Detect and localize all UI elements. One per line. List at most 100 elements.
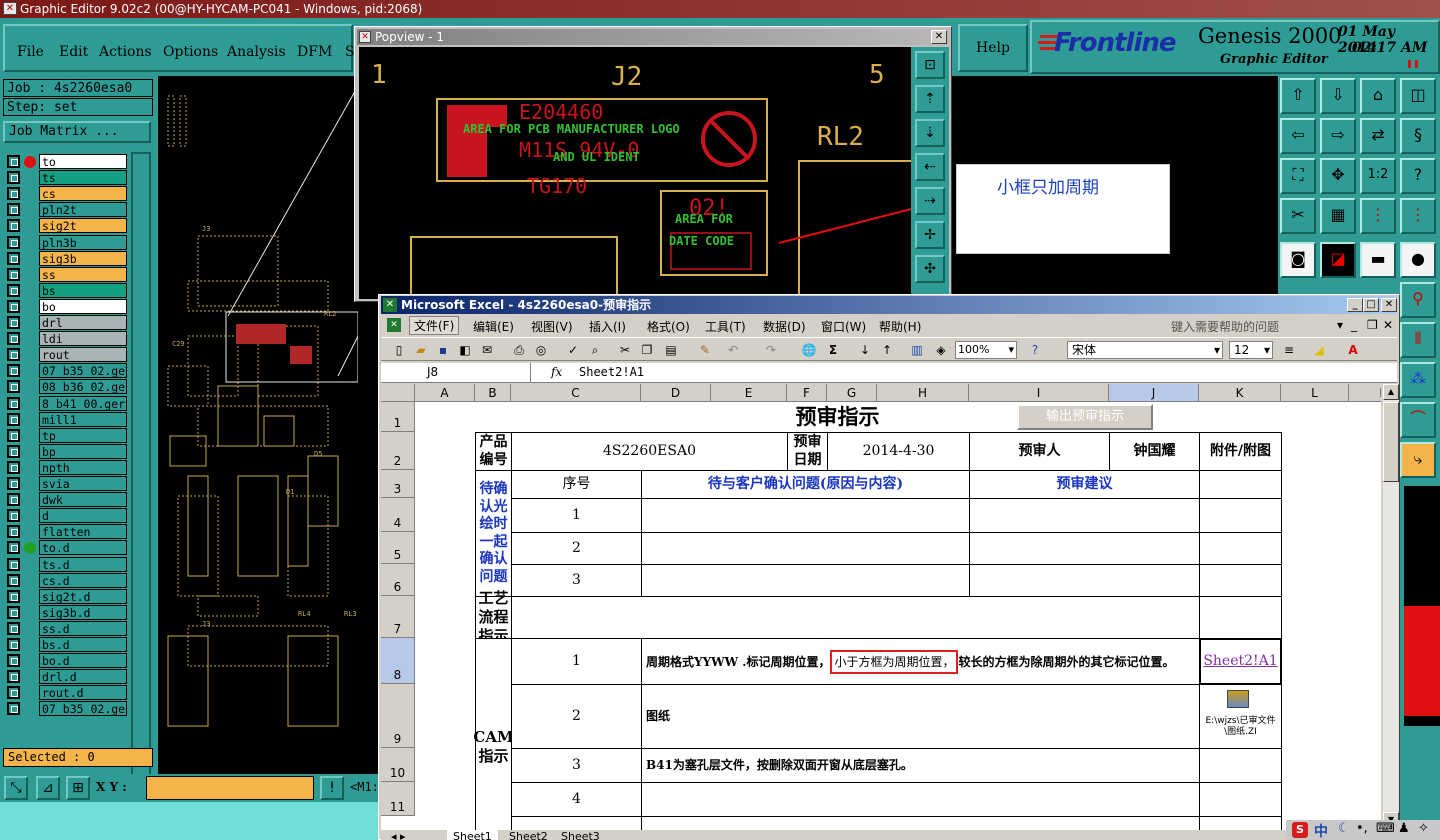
layer-row[interactable]: dwk bbox=[5, 492, 127, 508]
reviewer-value[interactable]: 钟国耀 bbox=[1109, 432, 1200, 471]
scroll-thumb[interactable] bbox=[1383, 402, 1399, 482]
tool-layers-icon[interactable]: ⋮ bbox=[1360, 198, 1396, 234]
layer-name[interactable]: ldi bbox=[39, 331, 127, 347]
attach-cell[interactable] bbox=[1199, 596, 1282, 639]
layer-name[interactable]: sig2t.d bbox=[39, 588, 127, 604]
layer-row[interactable]: rout bbox=[5, 347, 127, 363]
menu-help-xl[interactable]: 帮助(H) bbox=[879, 318, 921, 335]
layer-row[interactable]: bp bbox=[5, 443, 127, 459]
layer-checkbox[interactable] bbox=[7, 621, 20, 635]
column-header[interactable]: F bbox=[787, 384, 827, 402]
drawing-icon[interactable]: ◈ bbox=[933, 342, 949, 358]
layer-row[interactable]: tp bbox=[5, 427, 127, 443]
punct-icon[interactable]: •, bbox=[1356, 821, 1368, 836]
tool-split-icon[interactable]: ⫴ bbox=[1400, 322, 1436, 358]
layer-row[interactable]: ts.d bbox=[5, 556, 127, 572]
layer-checkbox[interactable] bbox=[7, 638, 20, 651]
tool-up-icon[interactable]: ⇧ bbox=[1280, 78, 1316, 114]
menu-analysis[interactable]: Analysis bbox=[227, 44, 286, 60]
layer-name[interactable]: bs bbox=[39, 282, 127, 298]
layer-row[interactable]: sig2t.d bbox=[5, 588, 127, 604]
undo-icon[interactable]: ↶ bbox=[725, 342, 741, 358]
seq-header[interactable]: 序号 bbox=[511, 470, 642, 499]
column-header[interactable]: H bbox=[877, 384, 969, 402]
issue-cell[interactable] bbox=[641, 498, 970, 533]
column-header[interactable]: L bbox=[1281, 384, 1349, 402]
layer-name[interactable]: pln3b bbox=[39, 234, 127, 250]
tool-center-icon[interactable]: ✥ bbox=[1320, 158, 1356, 194]
layer-name[interactable]: svia bbox=[39, 476, 127, 491]
layer-row[interactable]: cs bbox=[5, 186, 127, 202]
tool-down-icon[interactable]: ⇩ bbox=[1320, 78, 1356, 114]
layer-checkbox[interactable] bbox=[7, 412, 20, 426]
layer-checkbox[interactable] bbox=[7, 477, 20, 490]
layer-row[interactable]: pln2t bbox=[5, 202, 127, 218]
layer-row[interactable]: bo bbox=[5, 298, 127, 314]
pause-icon[interactable] bbox=[1408, 60, 1418, 68]
font-select[interactable]: 宋体 ▾ bbox=[1067, 341, 1223, 359]
doc-minimize-icon[interactable]: _ bbox=[1351, 318, 1357, 332]
layer-checkbox[interactable] bbox=[7, 525, 20, 539]
layer-name[interactable]: 8_b41_00.ger bbox=[39, 395, 127, 411]
layer-name[interactable]: 07_b35_02.ge bbox=[39, 701, 127, 717]
layer-name[interactable]: sig3b.d bbox=[39, 604, 127, 620]
row-header[interactable]: 9 bbox=[381, 684, 415, 748]
layer-checkbox[interactable] bbox=[7, 541, 20, 555]
cam-seq[interactable]: 2 bbox=[511, 684, 642, 749]
layer-checkbox[interactable] bbox=[7, 316, 20, 329]
tool-home-icon[interactable]: ⌂ bbox=[1360, 78, 1396, 114]
layer-row[interactable]: 07_b35_02.ge bbox=[5, 701, 127, 717]
job-matrix-button[interactable]: Job Matrix ... bbox=[3, 121, 151, 143]
popview-canvas[interactable]: 1 J2 5 RL2 E204460 M11S 94V-0 TG170 AREA… bbox=[359, 47, 911, 299]
spreadsheet-grid[interactable]: ABCDEFGHIJKLM1234567891011预审指示输出预审指示产品编号… bbox=[381, 384, 1381, 830]
excel-maximize-icon[interactable]: □ bbox=[1363, 298, 1379, 312]
layer-checkbox[interactable] bbox=[7, 509, 20, 523]
layer-row[interactable]: sig3b.d bbox=[5, 604, 127, 620]
tool-grid-icon[interactable]: ▦ bbox=[1320, 198, 1356, 234]
attach-cell[interactable] bbox=[1199, 532, 1282, 565]
row-header[interactable]: 1 bbox=[381, 402, 415, 432]
excel-minimize-icon[interactable]: _ bbox=[1347, 298, 1363, 312]
layer-row[interactable]: drl.d bbox=[5, 669, 127, 685]
layer-checkbox[interactable] bbox=[7, 171, 20, 185]
layer-scrollbar[interactable] bbox=[131, 152, 151, 822]
column-header[interactable]: E bbox=[711, 384, 787, 402]
grid-icon[interactable]: ⊞ bbox=[66, 776, 90, 800]
tool-route-icon[interactable]: ⤷ bbox=[1400, 442, 1436, 478]
column-header[interactable]: J bbox=[1109, 384, 1199, 402]
row-header[interactable]: 5 bbox=[381, 532, 415, 564]
seq-number[interactable]: 2 bbox=[511, 532, 642, 565]
layer-row[interactable]: to bbox=[5, 154, 127, 169]
seq-number[interactable]: 3 bbox=[511, 564, 642, 597]
spell-icon[interactable]: ✓ bbox=[565, 342, 581, 358]
measure-icon[interactable]: ⊿ bbox=[36, 776, 60, 800]
attach-cell[interactable] bbox=[1199, 816, 1282, 830]
excel-close-icon[interactable]: ✕ bbox=[1381, 298, 1397, 312]
attachment-header[interactable]: 附件/附图 bbox=[1199, 432, 1282, 471]
doc-restore-icon[interactable]: ❐ bbox=[1367, 318, 1378, 332]
layer-name[interactable]: tp bbox=[39, 427, 127, 443]
layer-checkbox[interactable] bbox=[7, 299, 20, 313]
layer-checkbox[interactable] bbox=[7, 219, 20, 233]
column-header[interactable]: A bbox=[415, 384, 475, 402]
tool-arc-icon[interactable]: ⌒ bbox=[1400, 402, 1436, 438]
menu-file-xl[interactable]: 文件(F) bbox=[409, 316, 460, 335]
menu-options[interactable]: Options bbox=[163, 44, 218, 60]
layer-row[interactable]: 08_b36_02.ge bbox=[5, 379, 127, 395]
scroll-up-icon[interactable]: ▲ bbox=[1383, 384, 1399, 400]
layer-checkbox[interactable] bbox=[7, 460, 20, 474]
layer-checkbox[interactable] bbox=[7, 155, 20, 168]
pan-right-icon[interactable]: ⇢ bbox=[915, 187, 945, 215]
redo-icon[interactable]: ↷ bbox=[763, 342, 779, 358]
column-header[interactable]: K bbox=[1199, 384, 1281, 402]
row-header[interactable]: 11 bbox=[381, 782, 415, 816]
menu-view-xl[interactable]: 视图(V) bbox=[531, 318, 573, 335]
layer-name[interactable]: rout bbox=[39, 347, 127, 363]
layer-name[interactable]: cs.d bbox=[39, 572, 127, 588]
tool-layers2-icon[interactable]: ⋮ bbox=[1400, 198, 1436, 234]
layer-name[interactable]: ss bbox=[39, 266, 127, 282]
sort-asc-icon[interactable]: ↓ bbox=[857, 342, 873, 358]
zip-file-icon[interactable] bbox=[1227, 690, 1249, 708]
research-icon[interactable]: ⌕ bbox=[587, 342, 603, 358]
layer-name[interactable]: d bbox=[39, 508, 127, 524]
